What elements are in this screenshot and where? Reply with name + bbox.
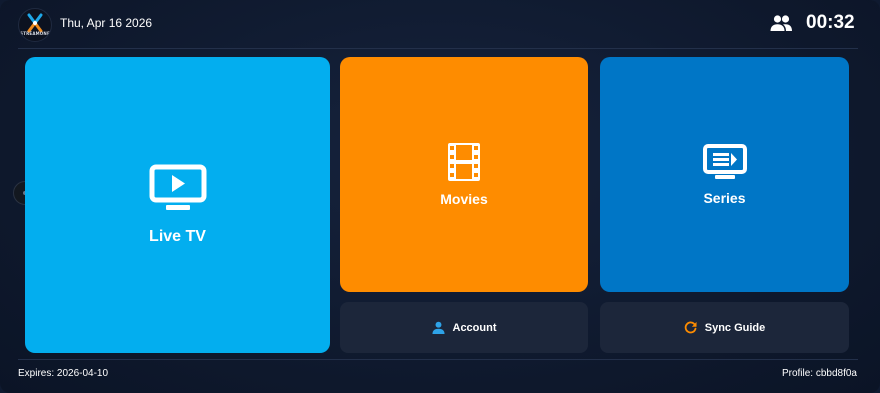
logo-text: STREAMONE (20, 31, 50, 36)
account-button[interactable]: Account (340, 302, 588, 353)
sync-guide-label: Sync Guide (704, 321, 766, 334)
movies-label: Movies (440, 190, 488, 207)
logo-mark-icon (27, 13, 43, 33)
live-tv-label: Live TV (149, 228, 206, 245)
tv-play-icon (149, 164, 206, 210)
series-tile[interactable]: Series (600, 57, 849, 292)
refresh-icon (684, 321, 697, 334)
account-label: Account (452, 321, 497, 334)
live-tv-tile[interactable]: Live TV (25, 57, 330, 353)
people-icon[interactable] (769, 13, 793, 33)
app-frame: STREAMONE Thu, Apr 16 2026 00:32 Live TV (0, 0, 880, 393)
app-logo: STREAMONE (18, 8, 52, 42)
profile-id-text: Profile: cbbd8f0a (781, 368, 857, 379)
series-label: Series (703, 189, 746, 206)
series-screen-icon (702, 143, 747, 179)
person-icon (431, 321, 445, 334)
film-icon (448, 142, 480, 181)
header-divider (18, 48, 858, 49)
movies-tile[interactable]: Movies (340, 57, 588, 292)
footer-divider (18, 359, 858, 360)
expiry-text: Expires: 2026-04-10 (18, 368, 109, 379)
header: STREAMONE Thu, Apr 16 2026 00:32 (0, 0, 880, 48)
current-date: Thu, Apr 16 2026 (60, 16, 153, 30)
clock: 00:32 (806, 12, 855, 33)
sync-guide-button[interactable]: Sync Guide (600, 302, 849, 353)
